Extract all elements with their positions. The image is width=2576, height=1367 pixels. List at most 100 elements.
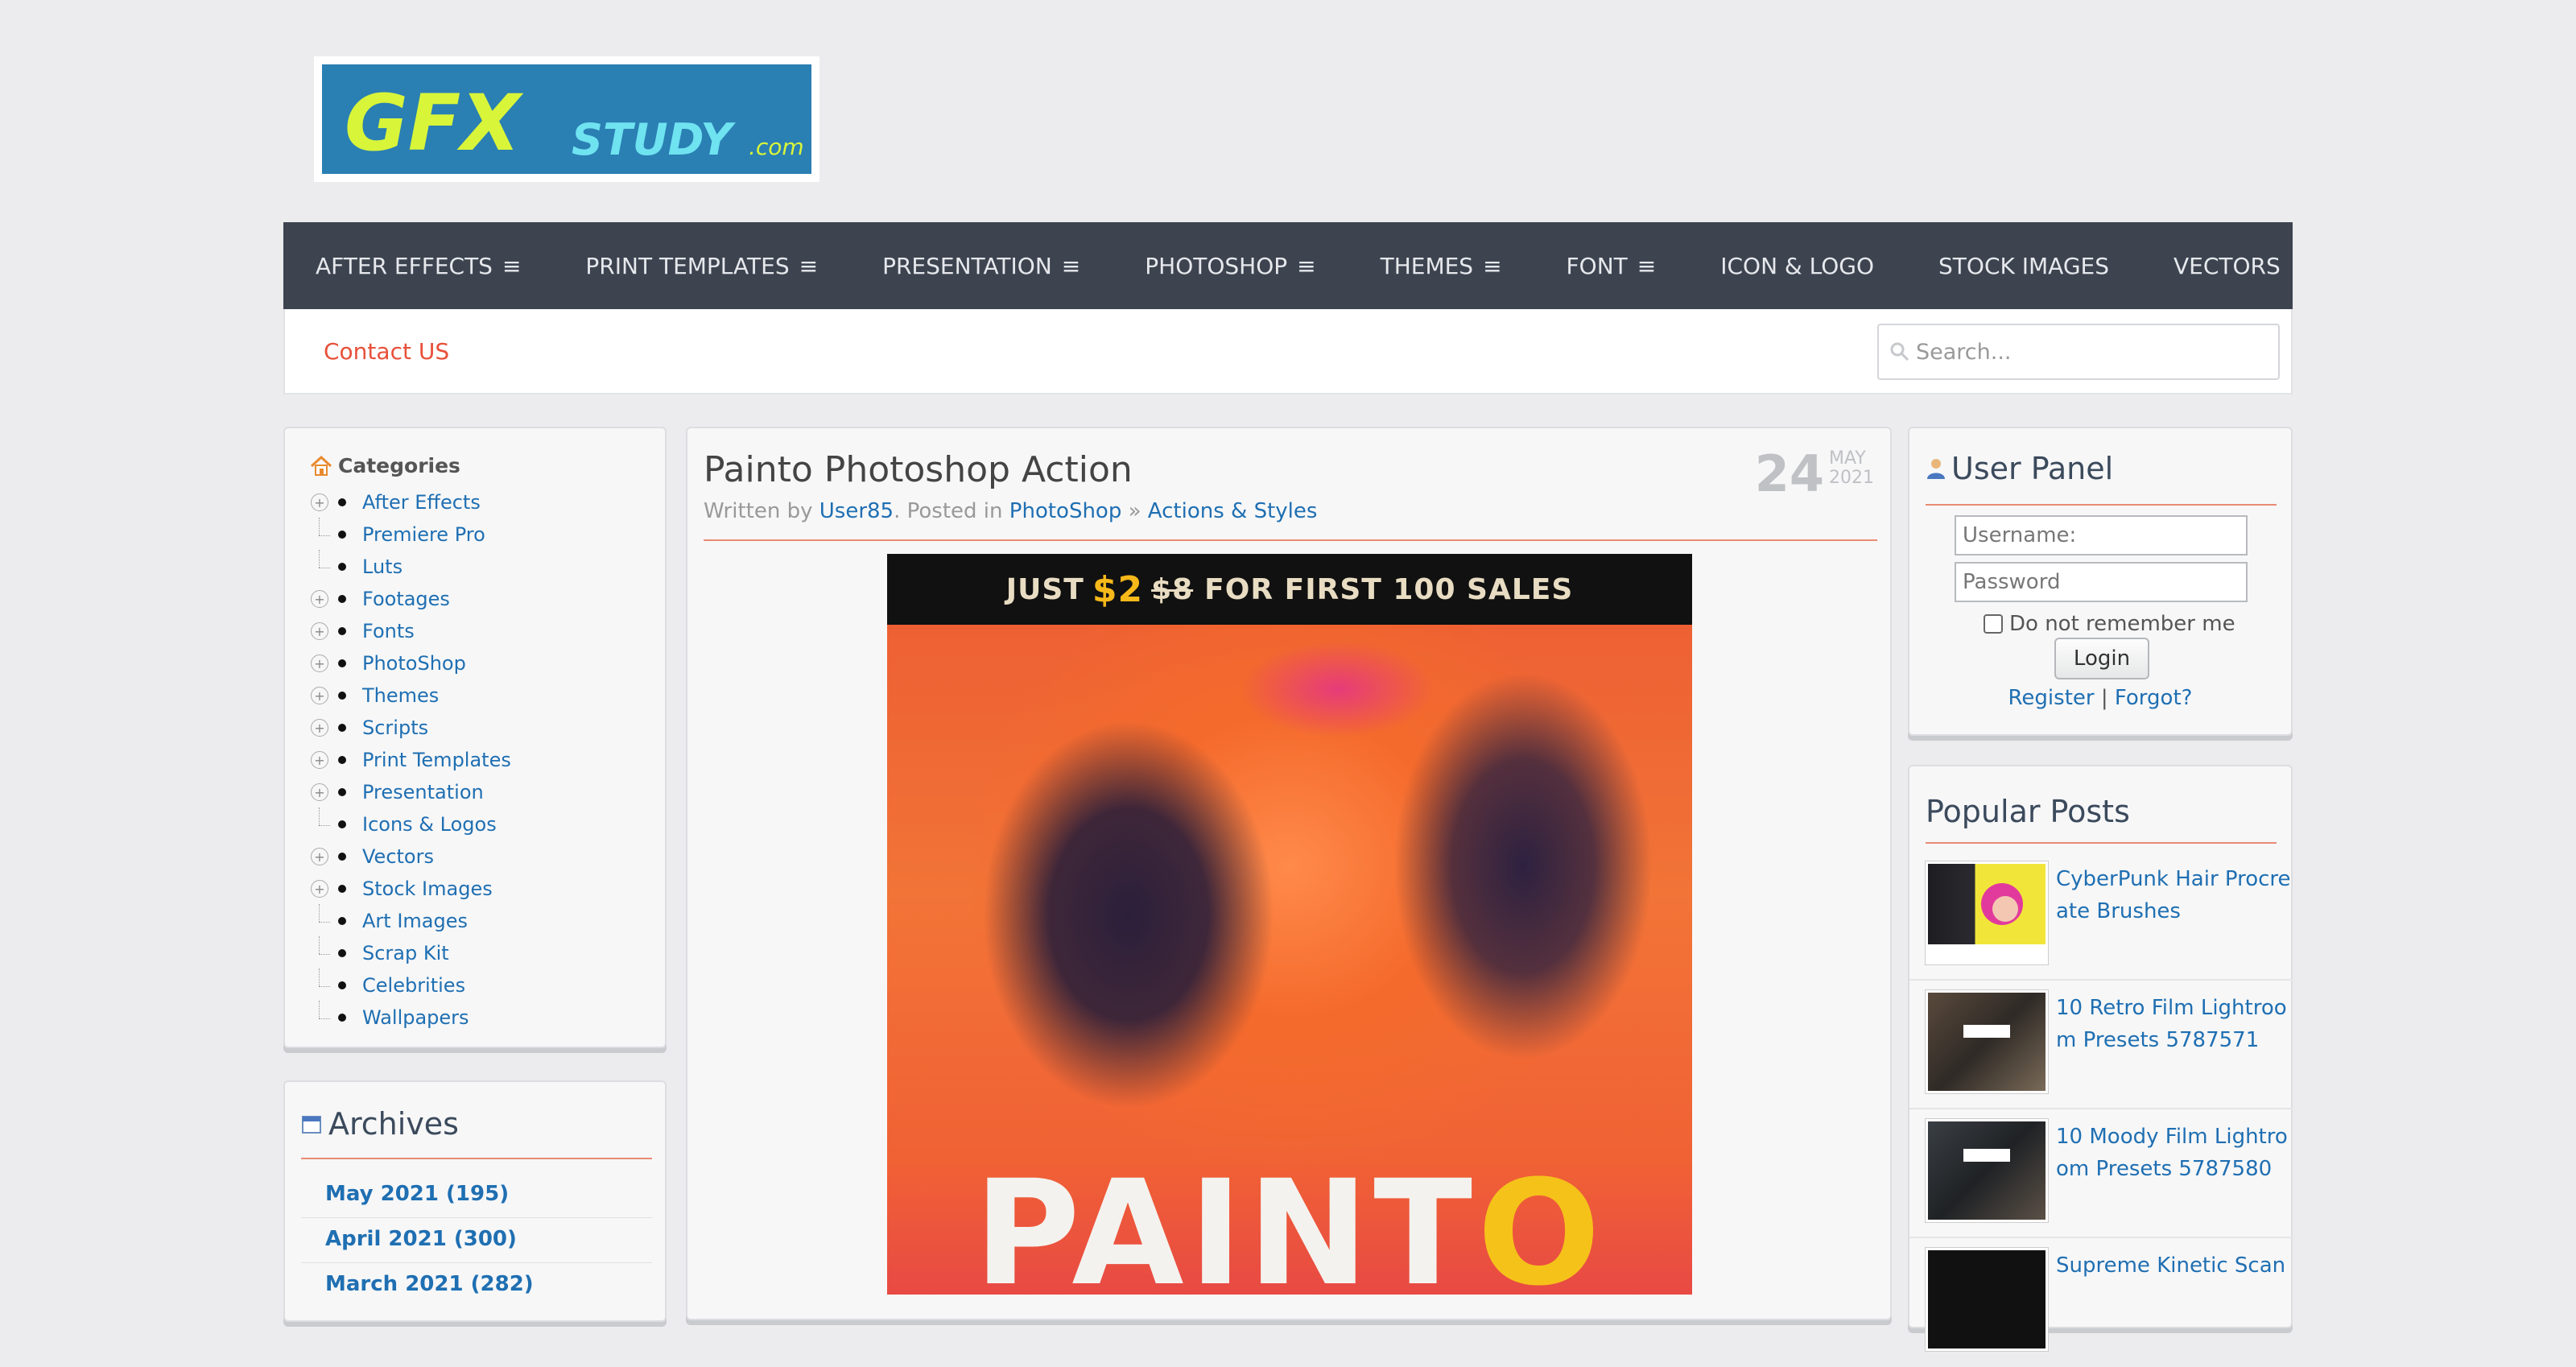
username-field[interactable]: Username: <box>1955 515 2248 555</box>
post-thumbnail[interactable] <box>1926 1119 2048 1222</box>
menu-icon: ≡ <box>502 252 522 279</box>
popular-post-title[interactable]: 10 Retro Film Lightroom Presets 5787571 <box>2056 992 2291 1056</box>
category-link[interactable]: Vectors <box>362 845 434 868</box>
nav-item-themes[interactable]: THEMES ≡ <box>1348 222 1534 309</box>
nav-item-photoshop[interactable]: PHOTOSHOP ≡ <box>1113 222 1348 309</box>
category-item[interactable]: + After Effects <box>309 486 511 518</box>
post-meta: Written by User85. Posted in PhotoShop »… <box>704 499 1318 523</box>
home-icon <box>309 455 333 477</box>
svg-text:STUDY: STUDY <box>572 114 736 165</box>
category-item[interactable]: + Stock Images <box>309 873 511 905</box>
post-title[interactable]: Painto Photoshop Action <box>704 449 1133 490</box>
forgot-link[interactable]: Forgot? <box>2115 686 2193 710</box>
category-item[interactable]: + Presentation <box>309 776 511 808</box>
login-button[interactable]: Login <box>2054 638 2149 679</box>
popular-post-item[interactable]: Supreme Kinetic Scan P <box>1909 1240 2293 1367</box>
category-item[interactable]: Scrap Kit <box>309 936 511 969</box>
menu-icon: ≡ <box>1297 252 1316 279</box>
category-link[interactable]: Scripts <box>362 717 428 739</box>
expand-icon[interactable]: + <box>311 622 328 640</box>
popular-post-title[interactable]: CyberPunk Hair Procreate Brushes <box>2056 863 2291 927</box>
nav-item-after-effects[interactable]: AFTER EFFECTS ≡ <box>283 222 553 309</box>
category-link[interactable]: Footages <box>362 588 450 610</box>
promo-banner: JUST $2 $8 FOR FIRST 100 SALES <box>887 554 1692 625</box>
nav-item-presentation[interactable]: PRESENTATION ≡ <box>850 222 1113 309</box>
tree-connector <box>311 518 330 543</box>
expand-icon[interactable]: + <box>311 848 328 865</box>
category-link[interactable]: After Effects <box>362 491 481 514</box>
nav-item-font[interactable]: FONT ≡ <box>1534 222 1689 309</box>
expand-icon[interactable]: + <box>311 880 328 898</box>
checkbox-box[interactable] <box>1984 614 2003 634</box>
category-link[interactable]: Presentation <box>362 781 484 803</box>
archive-item[interactable]: May 2021 (195) <box>325 1182 509 1206</box>
user-icon <box>1926 456 1946 481</box>
category-item[interactable]: + Themes <box>309 679 511 712</box>
expand-icon[interactable]: + <box>311 719 328 737</box>
search-input[interactable]: Search... <box>1877 324 2280 380</box>
category-link[interactable]: Icons & Logos <box>362 813 497 836</box>
subcategory-link[interactable]: Actions & Styles <box>1148 499 1318 523</box>
search-placeholder: Search... <box>1916 339 2012 365</box>
site-logo[interactable]: GFX STUDY .com <box>314 56 819 182</box>
nav-item-stock-images[interactable]: STOCK IMAGES <box>1906 222 2141 309</box>
register-link[interactable]: Register <box>2008 686 2095 710</box>
popular-post-item[interactable]: CyberPunk Hair Procreate Brushes <box>1909 853 2293 981</box>
category-item[interactable]: Art Images <box>309 904 511 937</box>
category-item[interactable]: + Fonts <box>309 615 511 647</box>
category-link[interactable]: PhotoShop <box>1009 499 1122 523</box>
expand-icon[interactable]: + <box>311 783 328 801</box>
expand-icon[interactable]: + <box>311 751 328 769</box>
post-thumbnail[interactable] <box>1926 990 2048 1093</box>
post-thumbnail[interactable] <box>1926 1248 2048 1351</box>
category-item[interactable]: Premiere Pro <box>309 518 511 551</box>
archive-item[interactable]: March 2021 (282) <box>325 1272 534 1296</box>
category-link[interactable]: Fonts <box>362 620 415 642</box>
popular-post-title[interactable]: Supreme Kinetic Scan P <box>2056 1249 2291 1282</box>
category-link[interactable]: Celebrities <box>362 974 465 997</box>
category-item[interactable]: + PhotoShop <box>309 647 511 679</box>
archive-item[interactable]: April 2021 (300) <box>325 1227 517 1251</box>
bullet-icon <box>338 724 346 732</box>
contact-us-link[interactable]: Contact US <box>324 338 449 365</box>
category-link[interactable]: Stock Images <box>362 878 493 900</box>
bullet-icon <box>338 692 346 700</box>
category-item[interactable]: Wallpapers <box>309 1001 511 1034</box>
category-item[interactable]: Icons & Logos <box>309 807 511 840</box>
svg-text:.com: .com <box>749 134 804 160</box>
nav-item-icon-logo[interactable]: ICON & LOGO <box>1688 222 1906 309</box>
nav-item-vectors[interactable]: VECTORS <box>2141 222 2313 309</box>
expand-icon[interactable]: + <box>311 655 328 672</box>
category-item[interactable]: + Print Templates <box>309 744 511 776</box>
category-item[interactable]: + Vectors <box>309 840 511 873</box>
author-link[interactable]: User85 <box>819 499 894 523</box>
category-item[interactable]: Luts <box>309 550 511 583</box>
tree-connector <box>311 807 330 833</box>
category-link[interactable]: Art Images <box>362 910 468 932</box>
category-link[interactable]: Scrap Kit <box>362 942 449 964</box>
popular-post-item[interactable]: 10 Retro Film Lightroom Presets 5787571 <box>1909 982 2293 1109</box>
category-link[interactable]: Themes <box>362 684 439 707</box>
category-item[interactable]: + Scripts <box>309 712 511 744</box>
category-item[interactable]: + Footages <box>309 583 511 615</box>
category-link[interactable]: PhotoShop <box>362 652 466 675</box>
category-link[interactable]: Print Templates <box>362 749 511 771</box>
category-link[interactable]: Premiere Pro <box>362 523 485 546</box>
post-hero-image[interactable]: JUST $2 $8 FOR FIRST 100 SALES PAINTO <box>887 554 1692 1295</box>
expand-icon[interactable]: + <box>311 687 328 704</box>
tree-connector <box>311 550 330 576</box>
expand-icon[interactable]: + <box>311 590 328 608</box>
popular-post-item[interactable]: 10 Moody Film Lightroom Presets 5787580 <box>1909 1111 2293 1238</box>
popular-post-title[interactable]: 10 Moody Film Lightroom Presets 5787580 <box>2056 1121 2291 1185</box>
password-field[interactable]: Password <box>1955 562 2248 602</box>
nav-item-print-templates[interactable]: PRINT TEMPLATES ≡ <box>553 222 850 309</box>
post-thumbnail[interactable] <box>1926 861 2048 964</box>
main-nav: AFTER EFFECTS ≡ PRINT TEMPLATES ≡ PRESENTATI… <box>283 222 2293 309</box>
menu-icon: ≡ <box>799 252 819 279</box>
remember-checkbox[interactable]: Do not remember me <box>1984 612 2235 636</box>
category-link[interactable]: Luts <box>362 555 402 578</box>
category-item[interactable]: Celebrities <box>309 968 511 1002</box>
expand-icon[interactable]: + <box>311 494 328 511</box>
category-link[interactable]: Wallpapers <box>362 1006 469 1029</box>
tree-connector <box>311 904 330 930</box>
